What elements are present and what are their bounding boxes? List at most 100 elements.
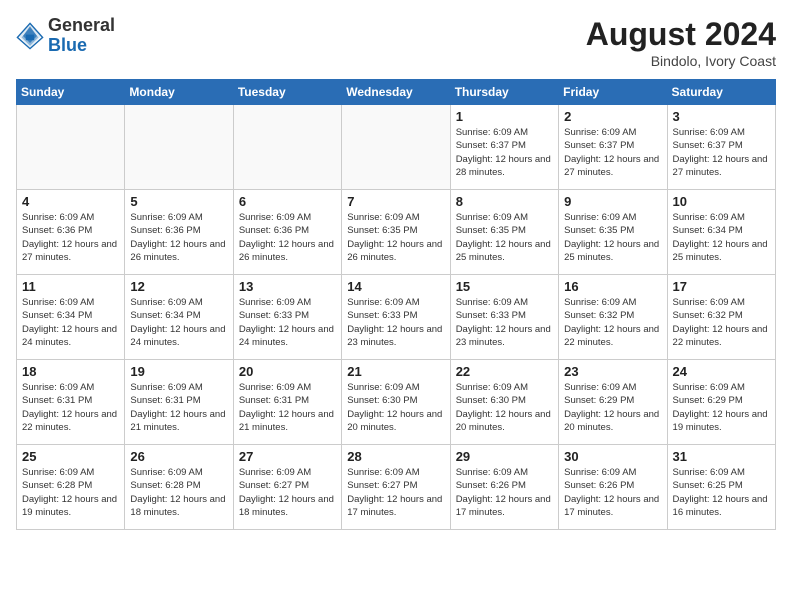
day-number: 10 — [673, 194, 770, 209]
day-number: 2 — [564, 109, 661, 124]
day-info: Sunrise: 6:09 AM Sunset: 6:30 PM Dayligh… — [456, 381, 553, 434]
day-number: 8 — [456, 194, 553, 209]
location-subtitle: Bindolo, Ivory Coast — [586, 53, 776, 69]
day-cell: 25Sunrise: 6:09 AM Sunset: 6:28 PM Dayli… — [17, 445, 125, 530]
day-info: Sunrise: 6:09 AM Sunset: 6:32 PM Dayligh… — [673, 296, 770, 349]
day-number: 9 — [564, 194, 661, 209]
day-info: Sunrise: 6:09 AM Sunset: 6:35 PM Dayligh… — [456, 211, 553, 264]
day-number: 17 — [673, 279, 770, 294]
day-cell: 27 Sunrise: 6:09 AM Sunset: 6:27 PM Dayli… — [233, 445, 341, 530]
day-cell: 29 Sunrise: 6:09 AM Sunset: 6:26 PM Dayli… — [450, 445, 558, 530]
day-number: 13 — [239, 279, 336, 294]
day-number: 12 — [130, 279, 227, 294]
weekday-friday: Friday — [559, 80, 667, 105]
day-cell: 15 Sunrise: 6:09 AM Sunset: 6:33 PM Dayli… — [450, 275, 558, 360]
day-cell: 6 Sunrise: 6:09 AM Sunset: 6:36 PM Daylig… — [233, 190, 341, 275]
day-cell — [17, 105, 125, 190]
day-cell: 20Sunrise: 6:09 AM Sunset: 6:31 PM Dayli… — [233, 360, 341, 445]
day-cell: 30 Sunrise: 6:09 AM Sunset: 6:26 PM Dayli… — [559, 445, 667, 530]
day-cell: 5 Sunrise: 6:09 AM Sunset: 6:36 PM Daylig… — [125, 190, 233, 275]
day-cell: 8 Sunrise: 6:09 AM Sunset: 6:35 PM Daylig… — [450, 190, 558, 275]
day-number: 6 — [239, 194, 336, 209]
day-number: 31 — [673, 449, 770, 464]
day-number: 26 — [130, 449, 227, 464]
day-number: 4 — [22, 194, 119, 209]
day-info: Sunrise: 6:09 AM Sunset: 6:34 PM Dayligh… — [22, 296, 119, 349]
day-number: 22 — [456, 364, 553, 379]
weekday-tuesday: Tuesday — [233, 80, 341, 105]
day-info: Sunrise: 6:09 AM Sunset: 6:27 PM Dayligh… — [347, 466, 444, 519]
day-number: 5 — [130, 194, 227, 209]
day-cell: 7Sunrise: 6:09 AM Sunset: 6:35 PM Daylig… — [342, 190, 450, 275]
day-number: 24 — [673, 364, 770, 379]
title-block: August 2024 Bindolo, Ivory Coast — [586, 16, 776, 69]
day-number: 3 — [673, 109, 770, 124]
day-number: 16 — [564, 279, 661, 294]
day-cell: 2 Sunrise: 6:09 AM Sunset: 6:37 PM Daylig… — [559, 105, 667, 190]
day-cell: 10 Sunrise: 6:09 AM Sunset: 6:34 PM Dayli… — [667, 190, 775, 275]
page-header: General Blue August 2024 Bindolo, Ivory … — [16, 16, 776, 69]
day-cell: 17 Sunrise: 6:09 AM Sunset: 6:32 PM Dayli… — [667, 275, 775, 360]
day-cell: 22 Sunrise: 6:09 AM Sunset: 6:30 PM Dayli… — [450, 360, 558, 445]
day-cell: 31Sunrise: 6:09 AM Sunset: 6:25 PM Dayli… — [667, 445, 775, 530]
logo-icon — [16, 22, 44, 50]
day-info: Sunrise: 6:09 AM Sunset: 6:37 PM Dayligh… — [456, 126, 553, 179]
day-info: Sunrise: 6:09 AM Sunset: 6:35 PM Dayligh… — [347, 211, 444, 264]
day-info: Sunrise: 6:09 AM Sunset: 6:33 PM Dayligh… — [456, 296, 553, 349]
day-cell: 3 Sunrise: 6:09 AM Sunset: 6:37 PM Daylig… — [667, 105, 775, 190]
day-number: 14 — [347, 279, 444, 294]
day-cell: 13 Sunrise: 6:09 AM Sunset: 6:33 PM Dayli… — [233, 275, 341, 360]
day-cell: 14 Sunrise: 6:09 AM Sunset: 6:33 PM Dayli… — [342, 275, 450, 360]
weekday-header-row: SundayMondayTuesdayWednesdayThursdayFrid… — [17, 80, 776, 105]
weekday-thursday: Thursday — [450, 80, 558, 105]
day-info: Sunrise: 6:09 AM Sunset: 6:33 PM Dayligh… — [347, 296, 444, 349]
day-number: 11 — [22, 279, 119, 294]
day-info: Sunrise: 6:09 AM Sunset: 6:33 PM Dayligh… — [239, 296, 336, 349]
day-number: 1 — [456, 109, 553, 124]
day-info: Sunrise: 6:09 AM Sunset: 6:34 PM Dayligh… — [130, 296, 227, 349]
day-info: Sunrise: 6:09 AM Sunset: 6:36 PM Dayligh… — [239, 211, 336, 264]
week-row-5: 25 Sunrise: 6:09 AM Sunset: 6:28 PM Dayli… — [17, 445, 776, 530]
day-cell: 18Sunrise: 6:09 AM Sunset: 6:31 PM Dayli… — [17, 360, 125, 445]
calendar-table: SundayMondayTuesdayWednesdayThursdayFrid… — [16, 79, 776, 530]
logo-general: General — [48, 15, 115, 35]
day-info: Sunrise: 6:09 AM Sunset: 6:37 PM Dayligh… — [564, 126, 661, 179]
logo: General Blue — [16, 16, 115, 56]
day-cell: 28 Sunrise: 6:09 AM Sunset: 6:27 PM Dayli… — [342, 445, 450, 530]
week-row-2: 4 Sunrise: 6:09 AM Sunset: 6:36 PM Daylig… — [17, 190, 776, 275]
day-info: Sunrise: 6:09 AM Sunset: 6:36 PM Dayligh… — [22, 211, 119, 264]
day-info: Sunrise: 6:09 AM Sunset: 6:31 PM Dayligh… — [239, 381, 336, 434]
weekday-sunday: Sunday — [17, 80, 125, 105]
calendar-body: 1 Sunrise: 6:09 AM Sunset: 6:37 PM Daylig… — [17, 105, 776, 530]
day-number: 15 — [456, 279, 553, 294]
day-cell: 26 Sunrise: 6:09 AM Sunset: 6:28 PM Dayli… — [125, 445, 233, 530]
logo-text: General Blue — [48, 16, 115, 56]
day-cell: 4 Sunrise: 6:09 AM Sunset: 6:36 PM Daylig… — [17, 190, 125, 275]
day-number: 28 — [347, 449, 444, 464]
day-number: 29 — [456, 449, 553, 464]
weekday-wednesday: Wednesday — [342, 80, 450, 105]
day-number: 21 — [347, 364, 444, 379]
day-cell: 16Sunrise: 6:09 AM Sunset: 6:32 PM Dayli… — [559, 275, 667, 360]
weekday-monday: Monday — [125, 80, 233, 105]
day-number: 30 — [564, 449, 661, 464]
day-number: 25 — [22, 449, 119, 464]
day-info: Sunrise: 6:09 AM Sunset: 6:36 PM Dayligh… — [130, 211, 227, 264]
day-cell: 9Sunrise: 6:09 AM Sunset: 6:35 PM Daylig… — [559, 190, 667, 275]
day-info: Sunrise: 6:09 AM Sunset: 6:26 PM Dayligh… — [456, 466, 553, 519]
day-cell: 19Sunrise: 6:09 AM Sunset: 6:31 PM Dayli… — [125, 360, 233, 445]
logo-blue: Blue — [48, 35, 87, 55]
day-info: Sunrise: 6:09 AM Sunset: 6:27 PM Dayligh… — [239, 466, 336, 519]
day-info: Sunrise: 6:09 AM Sunset: 6:30 PM Dayligh… — [347, 381, 444, 434]
day-number: 27 — [239, 449, 336, 464]
day-info: Sunrise: 6:09 AM Sunset: 6:37 PM Dayligh… — [673, 126, 770, 179]
month-title: August 2024 — [586, 16, 776, 53]
day-cell: 11 Sunrise: 6:09 AM Sunset: 6:34 PM Dayli… — [17, 275, 125, 360]
day-info: Sunrise: 6:09 AM Sunset: 6:26 PM Dayligh… — [564, 466, 661, 519]
week-row-1: 1 Sunrise: 6:09 AM Sunset: 6:37 PM Daylig… — [17, 105, 776, 190]
weekday-saturday: Saturday — [667, 80, 775, 105]
day-cell: 21 Sunrise: 6:09 AM Sunset: 6:30 PM Dayli… — [342, 360, 450, 445]
day-cell — [125, 105, 233, 190]
day-info: Sunrise: 6:09 AM Sunset: 6:28 PM Dayligh… — [130, 466, 227, 519]
day-info: Sunrise: 6:09 AM Sunset: 6:34 PM Dayligh… — [673, 211, 770, 264]
